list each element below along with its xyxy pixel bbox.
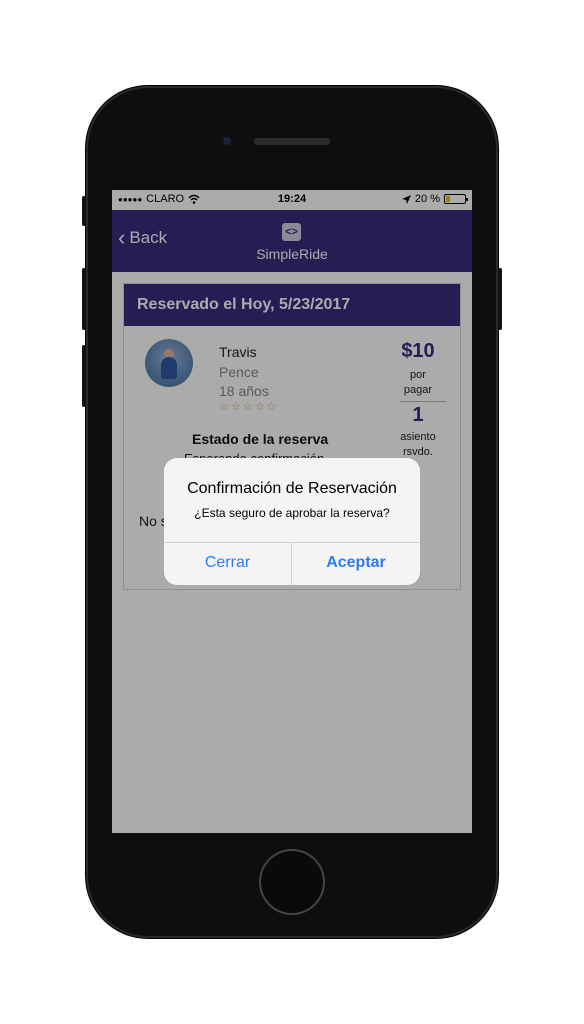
alert-message: ¿Esta seguro de aprobar la reserva?: [194, 506, 390, 520]
volume-down-button: [82, 345, 86, 407]
home-button[interactable]: [259, 849, 325, 915]
accept-button[interactable]: Aceptar: [292, 543, 420, 585]
speaker-grille: [254, 138, 330, 145]
front-camera: [221, 135, 233, 147]
confirmation-alert: Confirmación de Reservación ¿Esta seguro…: [164, 458, 420, 585]
volume-up-button: [82, 268, 86, 330]
cancel-button[interactable]: Cerrar: [164, 543, 291, 585]
alert-title: Confirmación de Reservación: [187, 480, 397, 497]
power-button: [498, 268, 502, 330]
mute-switch: [82, 196, 86, 226]
phone-screen: ●●●●● CLARO 19:24 20 % ‹ Back <> SimpleR…: [112, 190, 472, 833]
